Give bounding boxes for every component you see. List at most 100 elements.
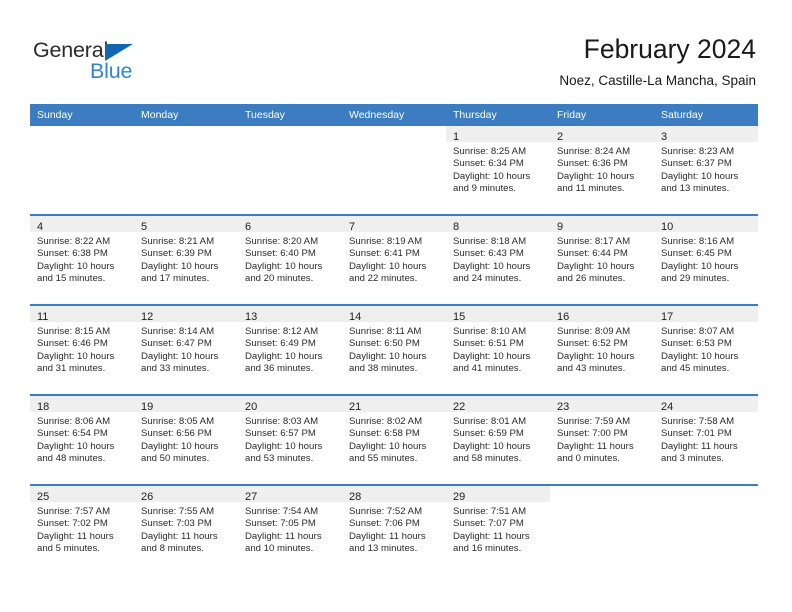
day-cell-inner: 25 Sunrise: 7:57 AM Sunset: 7:02 PM Dayligh… xyxy=(30,486,134,574)
calendar-day-cell[interactable]: 25 Sunrise: 7:57 AM Sunset: 7:02 PM Dayligh… xyxy=(30,484,134,574)
calendar-day-cell[interactable]: 15 Sunrise: 8:10 AM Sunset: 6:51 PM Dayligh… xyxy=(446,304,550,395)
calendar-day-cell[interactable]: 9 Sunrise: 8:17 AM Sunset: 6:44 PM Daylight… xyxy=(550,214,654,305)
day-detail-line: and 15 minutes. xyxy=(37,273,106,285)
day-detail-line: Daylight: 10 hours xyxy=(349,260,427,272)
day-cell-details: Sunrise: 7:58 AM Sunset: 7:01 PM Daylight:… xyxy=(654,412,758,466)
day-detail-line: Sunset: 6:45 PM xyxy=(661,248,732,260)
day-detail-line: Sunset: 6:43 PM xyxy=(453,248,524,260)
calendar-day-cell[interactable]: 1 Sunrise: 8:25 AM Sunset: 6:34 PM Daylight… xyxy=(446,126,550,215)
day-detail-line: Sunset: 6:37 PM xyxy=(661,158,732,170)
day-detail-line: Daylight: 11 hours xyxy=(661,440,738,452)
day-cell-details: Sunrise: 8:01 AM Sunset: 6:59 PM Daylight:… xyxy=(446,412,550,466)
day-number-band: 3 xyxy=(654,126,758,143)
day-detail-line: Sunrise: 8:09 AM xyxy=(557,326,631,337)
day-detail-line: and 58 minutes. xyxy=(453,453,522,465)
day-cell-details: Sunrise: 7:57 AM Sunset: 7:02 PM Daylight:… xyxy=(30,502,134,556)
calendar-day-cell[interactable]: 19 Sunrise: 8:05 AM Sunset: 6:56 PM Dayligh… xyxy=(134,394,238,485)
calendar-day-cell[interactable]: 18 Sunrise: 8:06 AM Sunset: 6:54 PM Dayligh… xyxy=(30,394,134,485)
calendar-day-cell[interactable]: 23 Sunrise: 7:59 AM Sunset: 7:00 PM Dayligh… xyxy=(550,394,654,485)
day-cell-inner: 18 Sunrise: 8:06 AM Sunset: 6:54 PM Dayligh… xyxy=(30,396,134,484)
calendar-day-cell[interactable]: 14 Sunrise: 8:11 AM Sunset: 6:50 PM Dayligh… xyxy=(342,304,446,395)
day-detail-line: Daylight: 10 hours xyxy=(453,260,531,272)
weekday-header-tuesday: Tuesday xyxy=(238,104,342,126)
day-detail-line: Sunrise: 7:59 AM xyxy=(557,416,631,427)
day-number: 25 xyxy=(37,491,50,503)
calendar-day-cell[interactable]: 29 Sunrise: 7:51 AM Sunset: 7:07 PM Dayligh… xyxy=(446,484,550,574)
calendar-day-cell[interactable]: 20 Sunrise: 8:03 AM Sunset: 6:57 PM Dayligh… xyxy=(238,394,342,485)
day-detail-line: Sunset: 6:59 PM xyxy=(453,428,524,440)
day-detail-line: and 22 minutes. xyxy=(349,273,418,285)
calendar-day-cell[interactable]: 11 Sunrise: 8:15 AM Sunset: 6:46 PM Dayligh… xyxy=(30,304,134,395)
general-blue-logo[interactable]: General Blue xyxy=(33,38,213,88)
calendar-day-cell[interactable]: 5 Sunrise: 8:21 AM Sunset: 6:39 PM Daylight… xyxy=(134,214,238,305)
calendar-day-cell[interactable]: 7 Sunrise: 8:19 AM Sunset: 6:41 PM Daylight… xyxy=(342,214,446,305)
day-cell-details: Sunrise: 8:07 AM Sunset: 6:53 PM Daylight:… xyxy=(654,322,758,376)
day-cell-inner: 6 Sunrise: 8:20 AM Sunset: 6:40 PM Daylight… xyxy=(238,216,342,304)
day-number-band: 22 xyxy=(446,396,550,413)
calendar-day-cell[interactable]: 10 Sunrise: 8:16 AM Sunset: 6:45 PM Dayligh… xyxy=(654,214,758,305)
day-cell-inner: 9 Sunrise: 8:17 AM Sunset: 6:44 PM Daylight… xyxy=(550,216,654,304)
calendar-day-cell[interactable]: 2 Sunrise: 8:24 AM Sunset: 6:36 PM Daylight… xyxy=(550,126,654,215)
day-detail-line: and 17 minutes. xyxy=(141,273,210,285)
day-number: 11 xyxy=(37,311,49,323)
day-number-band: 23 xyxy=(550,396,654,413)
day-cell-details: Sunrise: 8:11 AM Sunset: 6:50 PM Daylight:… xyxy=(342,322,446,376)
day-detail-line: and 20 minutes. xyxy=(245,273,314,285)
day-cell-details: Sunrise: 8:14 AM Sunset: 6:47 PM Daylight:… xyxy=(134,322,238,376)
day-detail-line: Sunset: 6:52 PM xyxy=(557,338,628,350)
day-number: 29 xyxy=(453,491,466,503)
calendar-day-cell[interactable]: 3 Sunrise: 8:23 AM Sunset: 6:37 PM Daylight… xyxy=(654,126,758,215)
day-cell-inner: 23 Sunrise: 7:59 AM Sunset: 7:00 PM Dayligh… xyxy=(550,396,654,484)
day-detail-line: Daylight: 10 hours xyxy=(557,260,635,272)
day-detail-line: and 36 minutes. xyxy=(245,363,314,375)
day-cell-details: Sunrise: 8:12 AM Sunset: 6:49 PM Daylight:… xyxy=(238,322,342,376)
weekday-header-monday: Monday xyxy=(134,104,238,126)
day-cell-inner: 20 Sunrise: 8:03 AM Sunset: 6:57 PM Dayligh… xyxy=(238,396,342,484)
day-detail-line: Sunset: 6:34 PM xyxy=(453,158,524,170)
calendar-day-cell[interactable]: 27 Sunrise: 7:54 AM Sunset: 7:05 PM Dayligh… xyxy=(238,484,342,574)
day-detail-line: and 26 minutes. xyxy=(557,273,626,285)
day-cell-inner: 8 Sunrise: 8:18 AM Sunset: 6:43 PM Daylight… xyxy=(446,216,550,304)
calendar-day-cell[interactable]: 16 Sunrise: 8:09 AM Sunset: 6:52 PM Dayligh… xyxy=(550,304,654,395)
day-detail-line: Daylight: 11 hours xyxy=(245,530,322,542)
calendar-day-cell[interactable]: 26 Sunrise: 7:55 AM Sunset: 7:03 PM Dayligh… xyxy=(134,484,238,574)
calendar-day-cell[interactable]: 8 Sunrise: 8:18 AM Sunset: 6:43 PM Daylight… xyxy=(446,214,550,305)
day-number-band: 5 xyxy=(134,216,238,233)
calendar-day-cell[interactable]: 22 Sunrise: 8:01 AM Sunset: 6:59 PM Dayligh… xyxy=(446,394,550,485)
day-detail-line: Sunrise: 8:16 AM xyxy=(661,236,735,247)
day-cell-inner: 14 Sunrise: 8:11 AM Sunset: 6:50 PM Dayligh… xyxy=(342,306,446,394)
day-cell-inner: 15 Sunrise: 8:10 AM Sunset: 6:51 PM Dayligh… xyxy=(446,306,550,394)
calendar-week-row: 4 Sunrise: 8:22 AM Sunset: 6:38 PM Daylight… xyxy=(30,214,758,305)
day-detail-line: Sunset: 6:54 PM xyxy=(37,428,108,440)
day-detail-line: Sunset: 7:03 PM xyxy=(141,518,212,530)
day-number: 21 xyxy=(349,401,362,413)
day-detail-line: Sunset: 7:07 PM xyxy=(453,518,524,530)
calendar-day-cell[interactable]: 28 Sunrise: 7:52 AM Sunset: 7:06 PM Dayligh… xyxy=(342,484,446,574)
day-cell-details: Sunrise: 8:19 AM Sunset: 6:41 PM Daylight:… xyxy=(342,232,446,286)
day-cell-inner: 5 Sunrise: 8:21 AM Sunset: 6:39 PM Daylight… xyxy=(134,216,238,304)
day-number-band: 2 xyxy=(550,126,654,143)
day-number: 6 xyxy=(245,221,252,233)
calendar-day-cell[interactable]: 24 Sunrise: 7:58 AM Sunset: 7:01 PM Dayligh… xyxy=(654,394,758,485)
calendar-day-cell[interactable]: 6 Sunrise: 8:20 AM Sunset: 6:40 PM Daylight… xyxy=(238,214,342,305)
day-number: 5 xyxy=(141,221,148,233)
calendar-empty-cell xyxy=(238,126,342,215)
day-detail-line: Sunset: 7:05 PM xyxy=(245,518,316,530)
calendar-day-cell[interactable]: 17 Sunrise: 8:07 AM Sunset: 6:53 PM Dayligh… xyxy=(654,304,758,395)
calendar-table: Sunday Monday Tuesday Wednesday Thursday… xyxy=(30,104,758,574)
day-detail-line: Sunset: 6:41 PM xyxy=(349,248,420,260)
day-number-band: 11 xyxy=(30,306,134,323)
day-number-band xyxy=(654,486,758,502)
day-detail-line: Daylight: 10 hours xyxy=(141,260,219,272)
calendar-day-cell[interactable]: 13 Sunrise: 8:12 AM Sunset: 6:49 PM Dayligh… xyxy=(238,304,342,395)
day-detail-line: Sunset: 6:49 PM xyxy=(245,338,316,350)
calendar-day-cell[interactable]: 12 Sunrise: 8:14 AM Sunset: 6:47 PM Dayligh… xyxy=(134,304,238,395)
calendar-day-cell[interactable]: 4 Sunrise: 8:22 AM Sunset: 6:38 PM Daylight… xyxy=(30,214,134,305)
day-detail-line: and 24 minutes. xyxy=(453,273,522,285)
calendar-page: General Blue February 2024 Noez, Castill… xyxy=(0,0,792,612)
day-detail-line: Sunrise: 8:25 AM xyxy=(453,146,527,157)
calendar-day-cell[interactable]: 21 Sunrise: 8:02 AM Sunset: 6:58 PM Dayligh… xyxy=(342,394,446,485)
day-number-band: 16 xyxy=(550,306,654,323)
day-number: 1 xyxy=(453,131,460,143)
calendar-header-row: Sunday Monday Tuesday Wednesday Thursday… xyxy=(30,104,758,126)
